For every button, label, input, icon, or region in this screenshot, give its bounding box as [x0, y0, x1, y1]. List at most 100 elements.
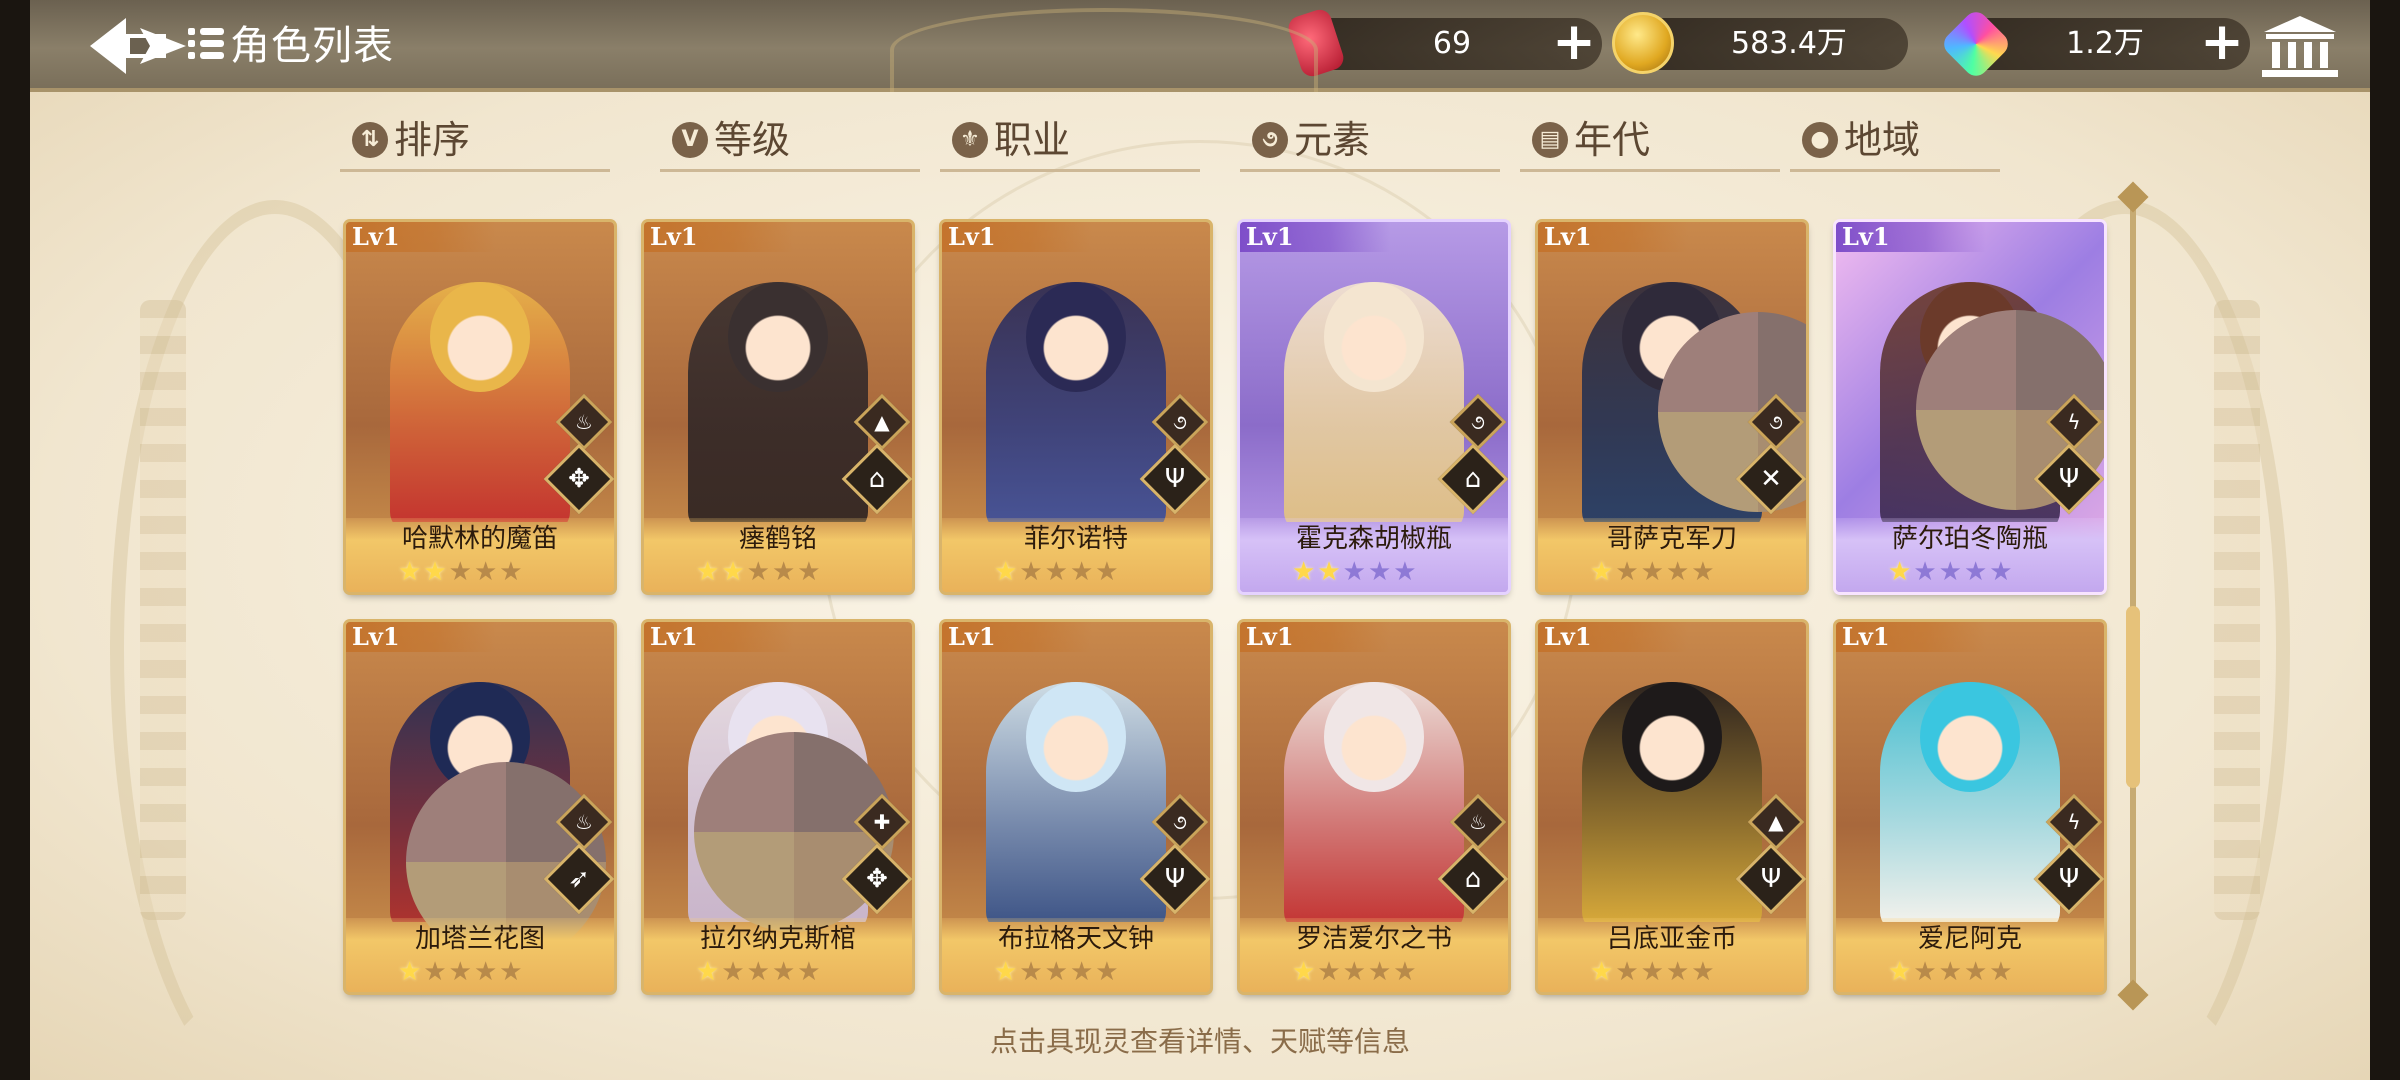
star-icon: ★	[1393, 557, 1417, 587]
tab-era[interactable]: ▤ 年代	[1520, 110, 1780, 172]
character-card[interactable]: Lv1 ♨ ⌂ 罗洁爱尔之书 ★ ★ ★ ★ ★	[1240, 622, 1508, 992]
tab-label: 排序	[394, 117, 471, 162]
character-card[interactable]: Lv1 ▲ Ψ 吕底亚金币 ★ ★ ★ ★ ★	[1538, 622, 1806, 992]
character-card[interactable]: Lv1 ૭ Ψ 布拉格天文钟 ★ ★ ★ ★ ★	[942, 622, 1210, 992]
star-rating: ★ ★ ★ ★ ★	[1292, 558, 1417, 586]
star-rating: ★ ★ ★ ★ ★	[398, 958, 523, 986]
character-name: 哈默林的魔笛	[401, 524, 558, 554]
star-icon: ★	[696, 557, 720, 587]
calendar-icon: ▤	[1532, 121, 1568, 158]
tab-level[interactable]: V 等级	[660, 110, 920, 172]
star-icon: ★	[423, 557, 447, 587]
star-icon: ★	[1615, 957, 1639, 987]
list-icon	[188, 28, 224, 64]
star-icon: ★	[1640, 957, 1664, 987]
add-stamina-button[interactable]: +	[1550, 16, 1598, 68]
character-card[interactable]: Lv1 ♨ ➶ 加塔兰花图 ★ ★ ★ ★ ★	[346, 622, 614, 992]
tab-region[interactable]: ● 地域	[1790, 110, 2000, 172]
character-name: 加塔兰花图	[414, 924, 545, 954]
right-pillar	[2214, 300, 2260, 920]
star-rating: ★ ★ ★ ★ ★	[1888, 958, 2013, 986]
star-icon: ★	[1640, 557, 1664, 587]
top-bar: 角色列表 69 + 583.4万 1.2万 +	[30, 0, 2370, 92]
star-icon: ★	[1590, 957, 1614, 987]
character-card[interactable]: Lv1 ϟ Ψ 爱尼阿克 ★ ★ ★ ★ ★	[1836, 622, 2104, 992]
star-icon: ★	[1913, 557, 1937, 587]
level-label: Lv1	[352, 222, 400, 251]
star-icon: ★	[473, 557, 498, 587]
character-name: 霍克森胡椒瓶	[1295, 524, 1452, 554]
page-title: 角色列表	[230, 23, 394, 69]
character-name: 瘗鹤铭	[738, 524, 817, 554]
star-icon: ★	[398, 557, 422, 587]
star-icon: ★	[1095, 557, 1119, 587]
star-icon: ★	[1665, 957, 1690, 987]
star-icon: ★	[994, 957, 1018, 987]
tab-sort[interactable]: ⇅ 排序	[340, 110, 610, 172]
character-card[interactable]: Lv1 ♨ ✥ 哈默林的魔笛 ★ ★ ★ ★ ★	[346, 222, 614, 592]
star-icon: ★	[1019, 557, 1043, 587]
character-card[interactable]: Lv1 ϟ Ψ 萨尔珀冬陶瓶 ★ ★ ★ ★ ★	[1836, 222, 2104, 592]
star-rating: ★ ★ ★ ★ ★	[994, 558, 1119, 586]
star-icon: ★	[1938, 557, 1962, 587]
star-icon: ★	[423, 957, 447, 987]
job-icon: ⚜	[952, 121, 988, 158]
star-icon: ★	[1044, 957, 1068, 987]
character-card[interactable]: Lv1 ૭ Ψ 菲尔诺特 ★ ★ ★ ★ ★	[942, 222, 1210, 592]
star-icon: ★	[1367, 557, 1392, 587]
star-rating: ★ ★ ★ ★ ★	[1590, 958, 1715, 986]
element-swirl-icon: ૭	[1252, 121, 1288, 158]
star-icon: ★	[1963, 557, 1988, 587]
star-rating: ★ ★ ★ ★ ★	[696, 958, 821, 986]
tab-label: 职业	[994, 117, 1071, 162]
character-name: 吕底亚金币	[1606, 924, 1737, 954]
character-card[interactable]: Lv1 ૭ ✕ 哥萨克军刀 ★ ★ ★ ★ ★	[1538, 222, 1806, 592]
tab-element[interactable]: ૭ 元素	[1240, 110, 1500, 172]
star-icon: ★	[1615, 557, 1639, 587]
star-icon: ★	[721, 957, 745, 987]
character-card[interactable]: Lv1 ✚ ✥ 拉尔纳克斯棺 ★ ★ ★ ★ ★	[644, 622, 912, 992]
star-icon: ★	[771, 557, 796, 587]
star-icon: ★	[1938, 957, 1962, 987]
add-gem-button[interactable]: +	[2198, 16, 2246, 68]
star-icon: ★	[1342, 957, 1366, 987]
level-v-icon: V	[672, 121, 708, 158]
star-rating: ★ ★ ★ ★ ★	[398, 558, 523, 586]
level-label: Lv1	[1544, 222, 1592, 251]
gold-counter: 583.4万	[1612, 12, 1908, 74]
star-icon: ★	[398, 957, 422, 987]
character-name: 布拉格天文钟	[997, 924, 1154, 954]
level-label: Lv1	[948, 222, 996, 251]
character-card[interactable]: Lv1 ▲ ⌂ 瘗鹤铭 ★ ★ ★ ★ ★	[644, 222, 912, 592]
level-label: Lv1	[650, 622, 698, 651]
star-icon: ★	[1342, 557, 1366, 587]
star-icon: ★	[1317, 957, 1341, 987]
stamina-counter: 69 +	[1285, 6, 1602, 80]
level-label: Lv1	[650, 222, 698, 251]
scrollbar-thumb[interactable]	[2126, 606, 2140, 788]
gem-value: 1.2万	[2066, 26, 2144, 61]
location-pin-icon: ●	[1802, 121, 1838, 158]
gold-coin-icon	[1612, 12, 1674, 74]
character-card[interactable]: Lv1 ૭ ⌂ 霍克森胡椒瓶 ★ ★ ★ ★ ★	[1240, 222, 1508, 592]
character-name: 菲尔诺特	[1023, 524, 1128, 554]
star-icon: ★	[1691, 557, 1715, 587]
tab-label: 年代	[1574, 117, 1651, 162]
star-icon: ★	[797, 557, 821, 587]
tab-job[interactable]: ⚜ 职业	[940, 110, 1200, 172]
star-icon: ★	[1989, 557, 2013, 587]
star-icon: ★	[473, 957, 498, 987]
star-icon: ★	[1913, 957, 1937, 987]
tab-label: 等级	[714, 117, 791, 162]
star-icon: ★	[1393, 957, 1417, 987]
star-icon: ★	[1367, 957, 1392, 987]
star-icon: ★	[499, 957, 523, 987]
filter-tabs: ⇅ 排序 V 等级 ⚜ 职业 ૭ 元素 ▤ 年代 ● 地域	[340, 110, 2000, 176]
star-icon: ★	[1044, 557, 1068, 587]
level-label: Lv1	[1246, 222, 1294, 251]
bank-button[interactable]	[2260, 14, 2340, 80]
star-icon: ★	[448, 557, 472, 587]
hint-text: 点击具现灵查看详情、天赋等信息	[989, 1025, 1410, 1058]
star-icon: ★	[1888, 957, 1912, 987]
bank-icon	[2262, 16, 2338, 77]
